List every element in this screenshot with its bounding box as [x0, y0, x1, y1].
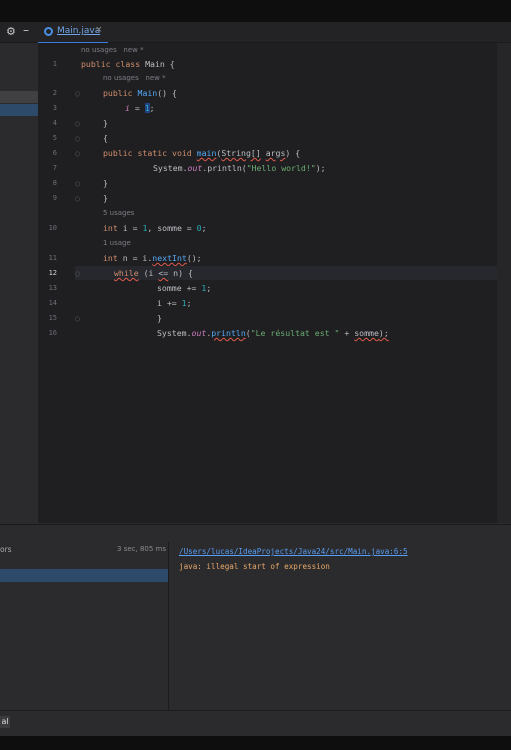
- bottom-tool-strip: al: [0, 710, 511, 733]
- panel-splitter[interactable]: [0, 524, 511, 543]
- code-line[interactable]: 9 ○ }: [39, 191, 497, 205]
- code-line-current[interactable]: 12 ○ while (i <= n) {: [39, 266, 497, 280]
- gear-icon[interactable]: ⚙: [6, 25, 16, 38]
- minimize-icon[interactable]: –: [23, 23, 29, 37]
- build-tree-row-selected[interactable]: [0, 569, 168, 582]
- inlay-hint-line: 5 usages: [39, 206, 497, 220]
- line-number: 6: [52, 149, 57, 157]
- code-text: public class Main {: [81, 59, 175, 69]
- editor-scrollbar[interactable]: [497, 43, 511, 523]
- fold-marker-icon[interactable]: ○: [75, 194, 80, 203]
- code-text: somme += 1;: [157, 283, 212, 293]
- line-number: 9: [52, 194, 57, 202]
- usages-hint[interactable]: 5 usages: [103, 209, 134, 217]
- project-panel: [0, 43, 39, 523]
- line-number: 15: [48, 314, 57, 322]
- code-text: int n = i.nextInt();: [103, 253, 202, 263]
- code-line[interactable]: 8 ○ }: [39, 176, 497, 190]
- fold-marker-icon[interactable]: ○: [75, 89, 80, 98]
- line-number: 14: [48, 299, 57, 307]
- build-tree-label: ors: [0, 545, 12, 554]
- line-number: 16: [48, 329, 57, 337]
- project-tree-row-selected[interactable]: [0, 104, 38, 116]
- fold-marker-icon[interactable]: ○: [75, 149, 80, 158]
- error-message: java: illegal start of expression: [179, 562, 330, 571]
- code-line[interactable]: 5 ○ {: [39, 131, 497, 145]
- code-text: public static void main(String[] args) {: [103, 148, 301, 158]
- line-number: 2: [52, 89, 57, 97]
- usages-hint[interactable]: no usages new *: [81, 46, 144, 54]
- code-text: }: [103, 178, 108, 188]
- inlay-hint-line: no usages new *: [39, 71, 497, 85]
- line-number: 13: [48, 284, 57, 292]
- code-line[interactable]: 2 ○ public Main() {: [39, 86, 497, 100]
- line-number: 8: [52, 179, 57, 187]
- fold-marker-icon[interactable]: ○: [75, 314, 80, 323]
- code-text: while (i <= n) {: [114, 268, 193, 278]
- code-line[interactable]: 10 int i = 1, somme = 0;: [39, 221, 497, 235]
- line-number: 5: [52, 134, 57, 142]
- line-number: 10: [48, 224, 57, 232]
- close-icon[interactable]: ×: [95, 25, 103, 35]
- line-number: 3: [52, 104, 57, 112]
- error-file-link[interactable]: /Users/lucas/IdeaProjects/Java24/src/Mai…: [179, 547, 408, 556]
- fold-marker-icon[interactable]: ○: [75, 179, 80, 188]
- code-editor[interactable]: no usages new * 1 public class Main { no…: [39, 43, 497, 523]
- code-line[interactable]: 1 public class Main {: [39, 57, 497, 71]
- code-line[interactable]: 6 ○ public static void main(String[] arg…: [39, 146, 497, 160]
- tab-label: Main.java: [57, 26, 101, 36]
- inlay-hint-line: no usages new *: [39, 43, 497, 57]
- code-line[interactable]: 16 System.out.println("Le résultat est "…: [39, 326, 497, 340]
- fold-marker-icon[interactable]: ○: [75, 269, 80, 278]
- fold-marker-icon[interactable]: ○: [75, 134, 80, 143]
- fold-marker-icon[interactable]: ○: [75, 119, 80, 128]
- inlay-hint-line: 1 usage: [39, 236, 497, 250]
- code-text: public Main() {: [103, 88, 177, 98]
- code-line[interactable]: 7 System.out.println("Hello world!");: [39, 161, 497, 175]
- usages-hint[interactable]: no usages new *: [103, 74, 166, 82]
- code-text: System.out.println("Hello world!");: [153, 163, 326, 173]
- build-output: /Users/lucas/IdeaProjects/Java24/src/Mai…: [169, 542, 511, 732]
- code-text: }: [157, 313, 162, 323]
- build-duration: 3 sec, 805 ms: [117, 545, 166, 553]
- build-tree-row[interactable]: ors 3 sec, 805 ms: [0, 542, 168, 556]
- line-number: 7: [52, 164, 57, 172]
- tool-window-tab[interactable]: al: [0, 716, 10, 728]
- java-class-icon: [44, 27, 53, 36]
- tab-main-java[interactable]: Main.java ×: [38, 22, 108, 44]
- line-number: 4: [52, 119, 57, 127]
- code-line[interactable]: 3 i = 1;: [39, 101, 497, 115]
- code-text: }: [103, 193, 108, 203]
- code-text: }: [103, 118, 108, 128]
- code-line[interactable]: 15 ○ }: [39, 311, 497, 325]
- code-text: System.out.println("Le résultat est " + …: [157, 328, 389, 338]
- code-line[interactable]: 13 somme += 1;: [39, 281, 497, 295]
- code-text: int i = 1, somme = 0;: [103, 223, 207, 233]
- project-tree-row[interactable]: [0, 91, 38, 103]
- code-text: i = 1;: [125, 103, 155, 113]
- build-tool-window: ors 3 sec, 805 ms /Users/lucas/IdeaProje…: [0, 542, 511, 732]
- line-number: 1: [52, 60, 57, 68]
- code-line[interactable]: 4 ○ }: [39, 116, 497, 130]
- code-line[interactable]: 14 i += 1;: [39, 296, 497, 310]
- usages-hint[interactable]: 1 usage: [103, 239, 131, 247]
- ide-window: ⚙ – Main.java × no usages new * 1 public…: [0, 22, 511, 736]
- code-line[interactable]: 11 int n = i.nextInt();: [39, 251, 497, 265]
- code-text: {: [103, 133, 108, 143]
- line-number: 12: [48, 269, 57, 277]
- code-text: i += 1;: [157, 298, 192, 308]
- editor-tab-bar: ⚙ – Main.java ×: [0, 22, 511, 44]
- build-tree: ors 3 sec, 805 ms: [0, 542, 169, 732]
- line-number: 11: [48, 254, 57, 262]
